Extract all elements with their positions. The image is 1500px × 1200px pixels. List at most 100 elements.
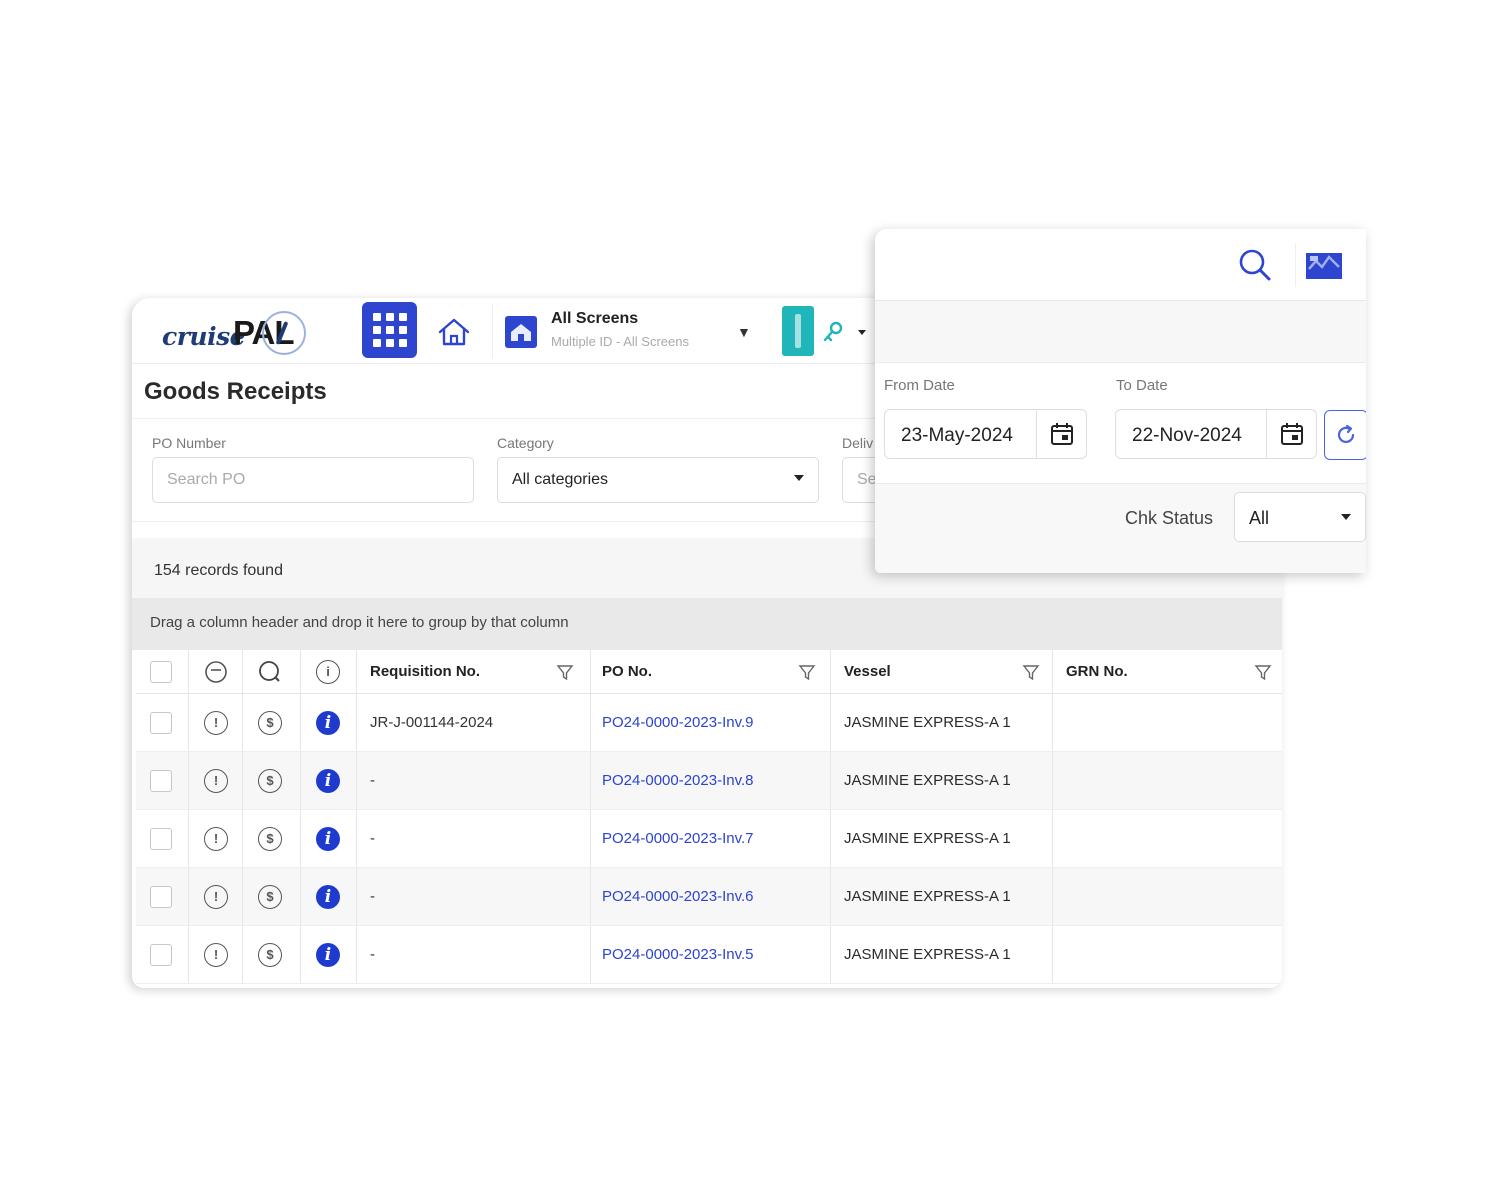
info-icon[interactable]: i (316, 710, 340, 735)
po-search-input[interactable] (152, 457, 474, 503)
row-checkbox-cell (150, 694, 172, 751)
vessel-cell: JASMINE EXPRESS-A 1 (844, 752, 1011, 809)
search-column-header[interactable] (258, 650, 282, 693)
po-cell: PO24-0000-2023-Inv.9 (602, 694, 754, 751)
minus-circle-icon (205, 660, 227, 683)
from-date-picker[interactable]: 23-May-2024 (884, 409, 1087, 459)
teal-tag-icon[interactable] (782, 306, 814, 356)
payment-circle-icon[interactable]: $ (258, 710, 282, 735)
row-checkbox-cell (150, 868, 172, 925)
requisition-no: JR-J-001144-2024 (370, 714, 494, 731)
search-button[interactable] (1235, 245, 1275, 285)
info-cell: i (316, 868, 340, 925)
row-checkbox[interactable] (150, 885, 172, 908)
requisition-column-header[interactable]: Requisition No. (370, 650, 480, 693)
map-button[interactable] (1295, 243, 1347, 287)
dropdown-arrow-icon (794, 475, 804, 481)
grn-column-header[interactable]: GRN No. (1066, 650, 1128, 693)
table-row[interactable]: ! $ i JR-J-001144-2024 PO24-0000-2023-Inv.9 J… (136, 694, 1282, 752)
payment-cell: $ (258, 810, 282, 867)
info-icon[interactable]: i (316, 942, 340, 967)
status-circle-icon[interactable]: ! (204, 768, 228, 793)
to-date-picker[interactable]: 22-Nov-2024 (1115, 409, 1317, 459)
requisition-no: - (370, 946, 375, 963)
payment-circle-icon[interactable]: $ (258, 826, 282, 851)
calendar-icon[interactable] (1036, 410, 1086, 458)
po-number-link[interactable]: PO24-0000-2023-Inv.6 (602, 888, 754, 905)
po-column-header[interactable]: PO No. (602, 650, 652, 693)
status-circle-icon[interactable]: ! (204, 826, 228, 851)
row-checkbox[interactable] (150, 711, 172, 734)
payment-circle-icon[interactable]: $ (258, 942, 282, 967)
status-column-header[interactable] (204, 650, 228, 693)
filter-icon[interactable] (798, 650, 816, 693)
chk-status-select[interactable]: All (1234, 492, 1366, 542)
select-all-checkbox[interactable] (150, 660, 172, 683)
row-checkbox[interactable] (150, 943, 172, 966)
table-row[interactable]: ! $ i - PO24-0000-2023-Inv.6 JASMINE EXPRESS-… (136, 868, 1282, 926)
from-date-value: 23-May-2024 (901, 425, 1013, 446)
requisition-cell: - (370, 926, 375, 983)
row-checkbox[interactable] (150, 769, 172, 792)
vessel-cell: JASMINE EXPRESS-A 1 (844, 810, 1011, 867)
map-icon (1306, 253, 1342, 279)
status-circle-icon[interactable]: ! (204, 710, 228, 735)
status-circle-icon[interactable]: ! (204, 884, 228, 909)
vessel-name: JASMINE EXPRESS-A 1 (844, 888, 1011, 905)
info-icon[interactable]: i (316, 884, 340, 909)
info-column-header[interactable]: i (316, 650, 340, 693)
key-menu-button[interactable] (822, 318, 872, 348)
po-number-link[interactable]: PO24-0000-2023-Inv.5 (602, 946, 754, 963)
filter-icon[interactable] (1254, 650, 1272, 693)
payment-cell: $ (258, 752, 282, 809)
vessel-cell: JASMINE EXPRESS-A 1 (844, 926, 1011, 983)
status-cell: ! (204, 868, 228, 925)
table-row[interactable]: ! $ i - PO24-0000-2023-Inv.5 JASMINE EXPRESS-… (136, 926, 1282, 984)
info-icon[interactable]: i (316, 768, 340, 793)
refresh-icon (1337, 424, 1355, 444)
screens-subtitle: Multiple ID - All Screens (551, 334, 689, 349)
chevron-down-icon: ▼ (737, 324, 751, 340)
group-by-drop-zone[interactable]: Drag a column header and drop it here to… (132, 598, 1282, 650)
requisition-cell: - (370, 868, 375, 925)
home-icon (438, 318, 470, 346)
table-row[interactable]: ! $ i - PO24-0000-2023-Inv.7 JASMINE EXPRESS-… (136, 810, 1282, 868)
po-number-link[interactable]: PO24-0000-2023-Inv.7 (602, 830, 754, 847)
calendar-icon[interactable] (1266, 410, 1316, 458)
vessel-column-header[interactable]: Vessel (844, 650, 891, 693)
delivery-label: Deliv (842, 435, 874, 451)
payment-circle-icon[interactable]: $ (258, 884, 282, 909)
category-label: Category (497, 435, 554, 451)
row-checkbox[interactable] (150, 827, 172, 850)
grid-body: ! $ i JR-J-001144-2024 PO24-0000-2023-Inv.9 J… (136, 694, 1282, 984)
records-found-count: 154 records found (154, 562, 283, 579)
home-button[interactable] (434, 312, 474, 352)
status-cell: ! (204, 694, 228, 751)
stage: cruise PAL All Screens Multiple ID - All… (0, 0, 1500, 1200)
filter-icon[interactable] (1022, 650, 1040, 693)
category-select[interactable]: All categories (497, 457, 819, 503)
payment-circle-icon[interactable]: $ (258, 768, 282, 793)
page-title: Goods Receipts (144, 378, 327, 405)
po-cell: PO24-0000-2023-Inv.8 (602, 752, 754, 809)
status-circle-icon[interactable]: ! (204, 942, 228, 967)
screens-title: All Screens (551, 310, 639, 327)
panel-toolbar (875, 229, 1366, 301)
refresh-button[interactable] (1324, 410, 1366, 460)
panel-strip (875, 301, 1366, 363)
info-icon[interactable]: i (316, 826, 340, 851)
po-number-link[interactable]: PO24-0000-2023-Inv.8 (602, 772, 754, 789)
apps-grid-button[interactable] (362, 302, 417, 358)
po-number-link[interactable]: PO24-0000-2023-Inv.9 (602, 714, 754, 731)
filter-icon[interactable] (556, 650, 574, 693)
date-filter-panel: From Date 23-May-2024 To Date 22-Nov-202… (875, 229, 1366, 573)
po-number-label: PO Number (152, 435, 226, 451)
screens-selector[interactable]: All Screens Multiple ID - All Screens ▼ (492, 304, 762, 358)
info-cell: i (316, 810, 340, 867)
table-row[interactable]: ! $ i - PO24-0000-2023-Inv.8 JASMINE EXPRESS-… (136, 752, 1282, 810)
po-cell: PO24-0000-2023-Inv.6 (602, 868, 754, 925)
vessel-cell: JASMINE EXPRESS-A 1 (844, 694, 1011, 751)
info-cell: i (316, 926, 340, 983)
info-outline-icon: i (316, 659, 340, 684)
cruisepal-logo[interactable]: cruise PAL (162, 308, 312, 356)
